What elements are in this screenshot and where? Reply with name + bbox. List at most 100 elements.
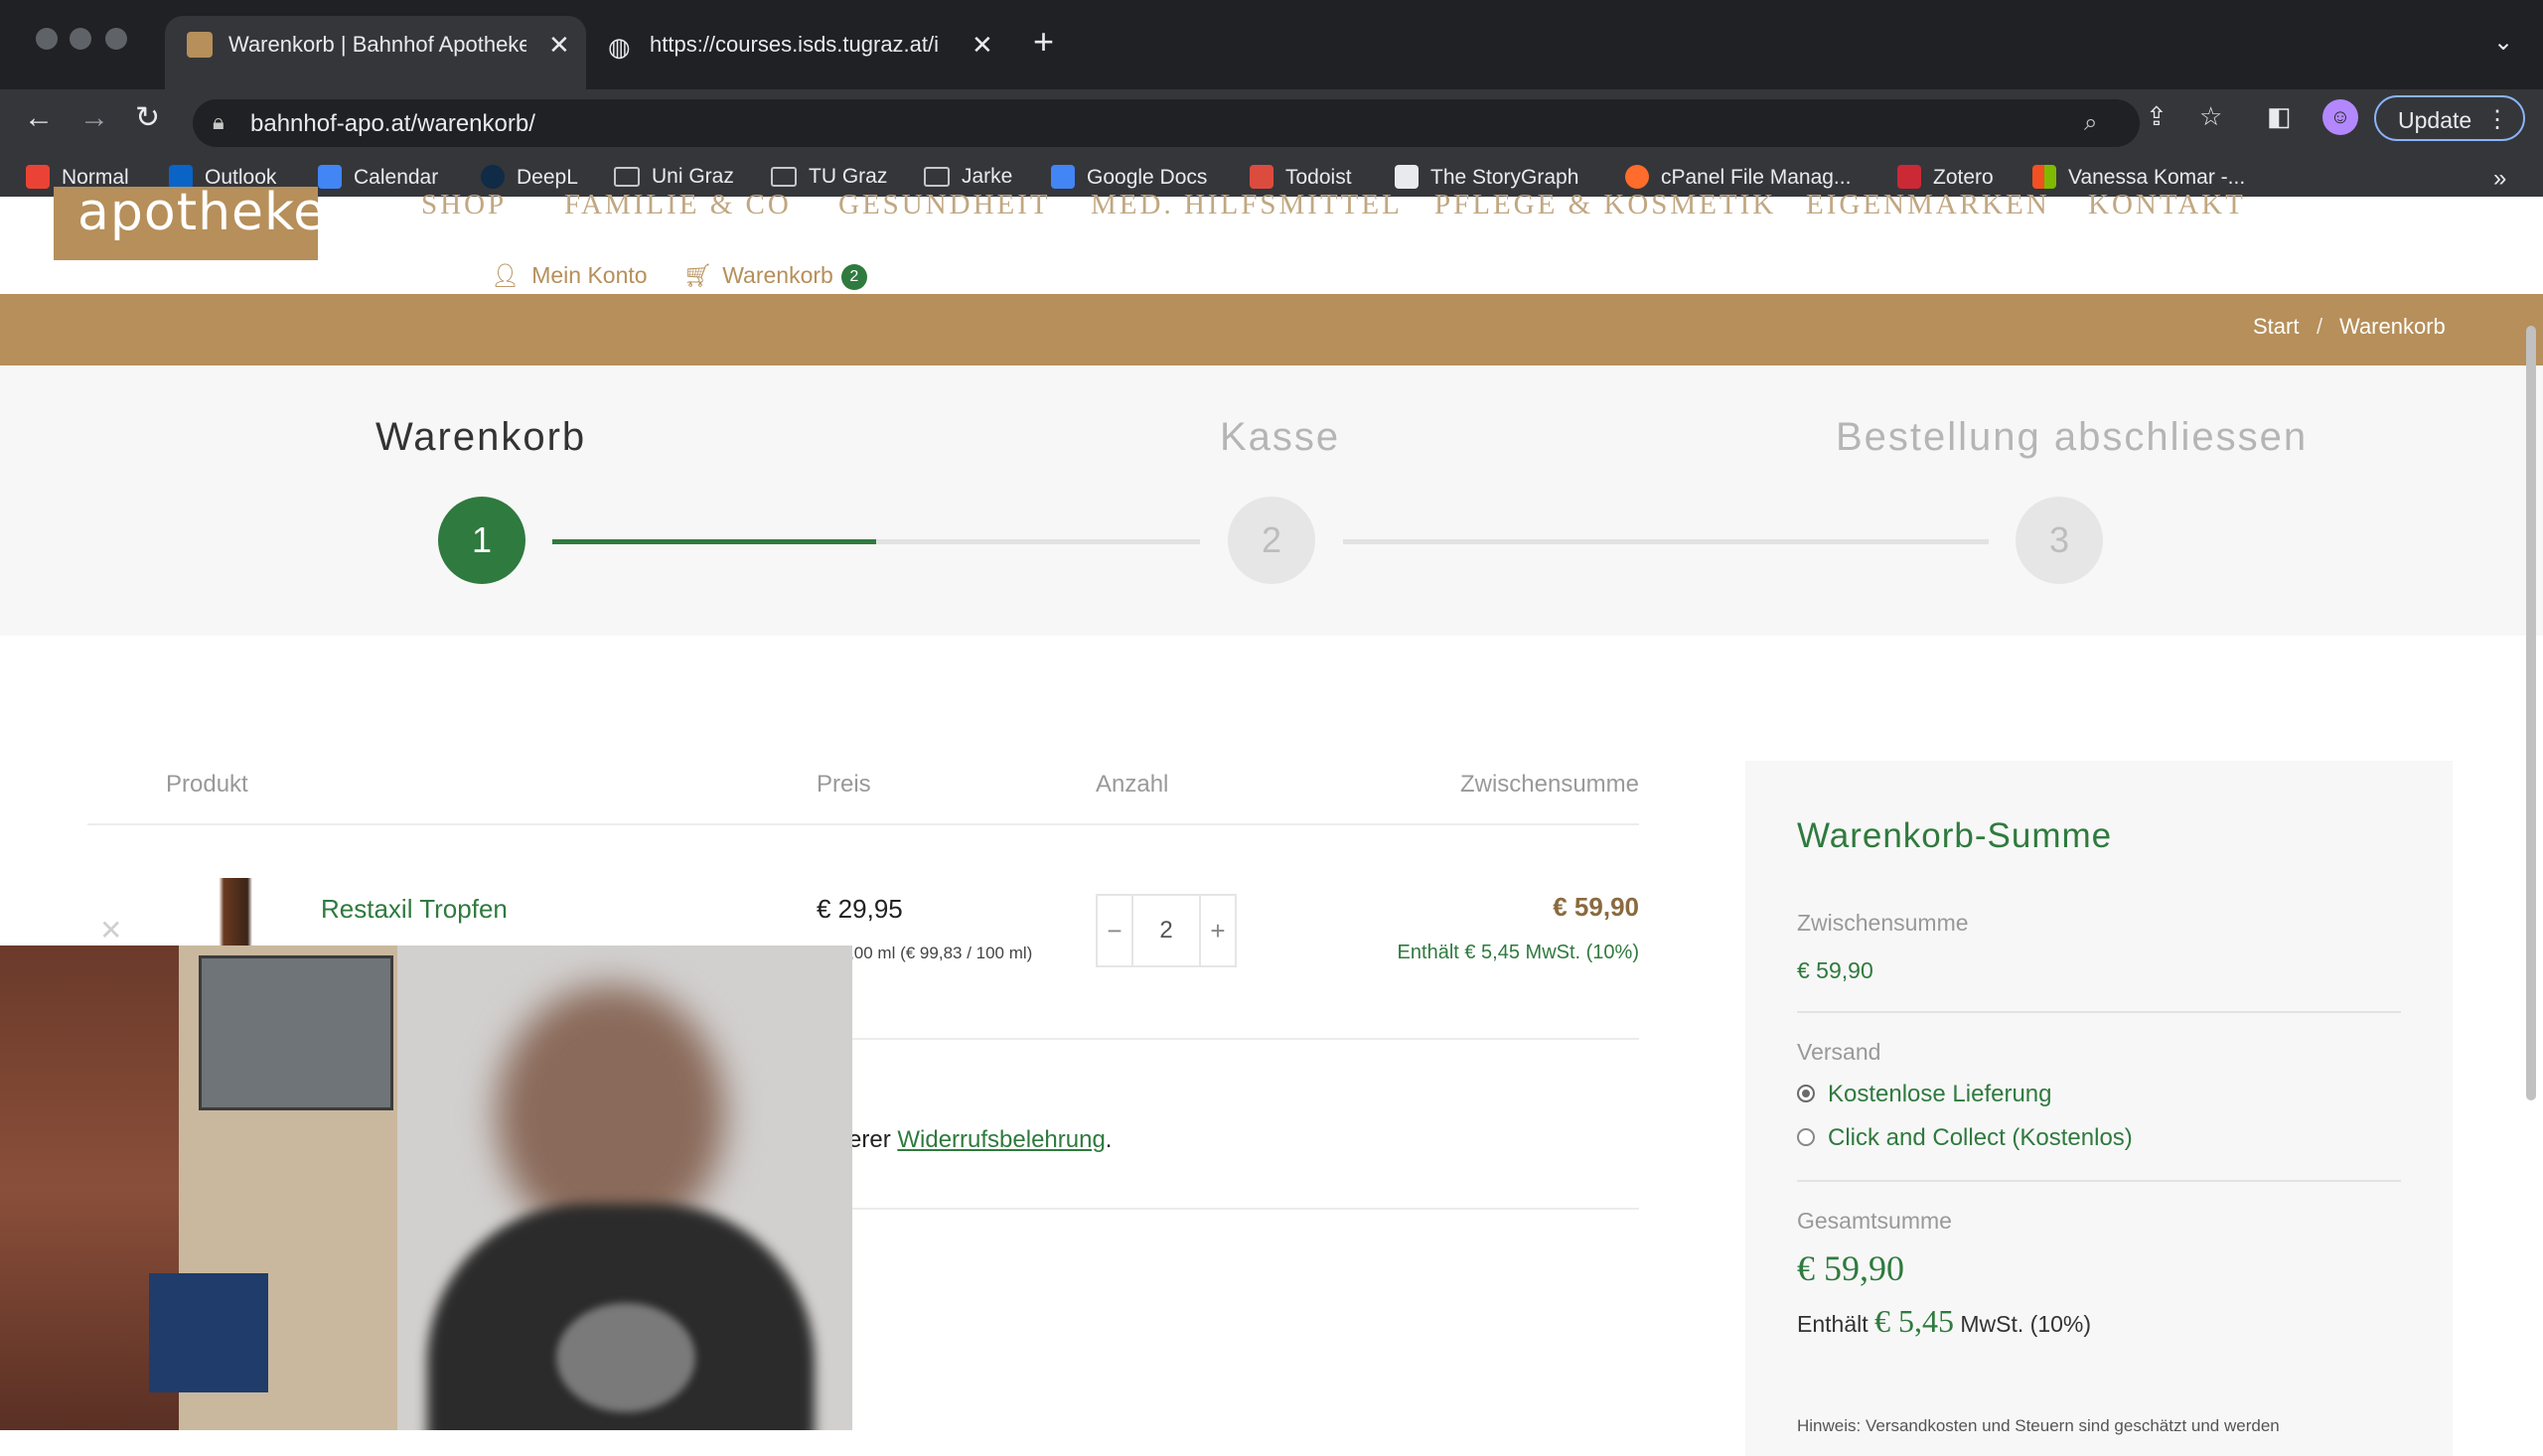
window-maximize-button[interactable]	[105, 28, 127, 50]
tax-prefix: Enthält	[1797, 1311, 1869, 1337]
nav-gesundheit[interactable]: GESUNDHEIT	[838, 189, 1051, 221]
close-tab-icon[interactable]: ✕	[548, 30, 570, 61]
nav-familie[interactable]: FAMILIE & CO	[564, 189, 792, 221]
product-thumbnail[interactable]	[181, 878, 276, 951]
bahnhof-favicon-icon	[187, 32, 213, 58]
withdrawal-notice: erer Widerrufsbelehrung.	[848, 1126, 1112, 1154]
step-label-abschliessen: Bestellung abschliessen	[1836, 415, 2309, 459]
bookmark-label: Todoist	[1285, 166, 1352, 189]
nav-pflege-kosmetik[interactable]: PFLEGE & KOSMETIK	[1434, 189, 1776, 221]
remove-item-icon[interactable]: ✕	[99, 914, 122, 946]
column-header-product: Produkt	[166, 771, 248, 798]
account-link[interactable]: 👤︎ Mein Konto	[491, 262, 648, 289]
site-logo[interactable]: apotheke	[54, 183, 325, 260]
table-header-divider	[87, 823, 1639, 825]
profile-avatar[interactable]: ☺	[2322, 99, 2358, 135]
cart-totals-title: Warenkorb-Summe	[1797, 816, 2113, 855]
webcam-video-overlay	[0, 946, 852, 1430]
folder-icon	[771, 167, 797, 187]
browser-tab-courses[interactable]: ◍ https://courses.isds.tugraz.at/i ✕	[590, 16, 1011, 89]
total-tax-line: Enthält € 5,45 MwSt. (10%)	[1797, 1303, 2091, 1340]
zotero-icon	[1897, 165, 1921, 189]
bookmark-label: DeepL	[517, 166, 578, 189]
product-name-link[interactable]: Restaxil Tropfen	[321, 894, 508, 925]
url-text[interactable]: bahnhof-apo.at/warenkorb/	[250, 110, 535, 138]
forward-icon[interactable]: →	[79, 103, 109, 133]
back-icon[interactable]: ←	[24, 103, 54, 133]
breadcrumb-bar: Start / Warenkorb	[0, 294, 2543, 365]
reload-icon[interactable]: ↻	[135, 103, 160, 133]
quantity-decrease-button[interactable]: −	[1098, 896, 1133, 965]
globe-icon: ◍	[608, 32, 631, 62]
shipping-label: Versand	[1797, 1039, 1881, 1065]
step-3-circle: 3	[2016, 497, 2103, 584]
nav-med-hilfsmittel[interactable]: MED. HILFSMITTEL	[1091, 189, 1403, 221]
step-1-circle: 1	[438, 497, 525, 584]
quantity-increase-button[interactable]: +	[1199, 896, 1235, 965]
cart-link[interactable]: 🛒︎ Warenkorb 2	[683, 262, 867, 290]
web-page: apotheke SHOP FAMILIE & CO GESUNDHEIT ME…	[0, 183, 2543, 1456]
bookmark-label: Jarke	[962, 165, 1013, 188]
tab-title: https://courses.isds.tugraz.at/i	[650, 32, 940, 57]
widerrufsbelehrung-link[interactable]: Widerrufsbelehrung	[897, 1126, 1105, 1153]
nav-eigenmarken[interactable]: EIGENMARKEN	[1806, 189, 2050, 221]
step-2-circle: 2	[1228, 497, 1315, 584]
tax-suffix: MwSt. (10%)	[1960, 1311, 2092, 1337]
checkout-stepper: Warenkorb Kasse Bestellung abschliessen …	[0, 365, 2543, 636]
nav-shop[interactable]: SHOP	[421, 189, 507, 221]
shipping-option-collect[interactable]: Click and Collect (Kostenlos)	[1828, 1124, 2133, 1152]
new-tab-icon[interactable]: +	[1033, 24, 1054, 60]
shipping-radio-collect[interactable]	[1797, 1128, 1815, 1146]
breadcrumb-start[interactable]: Start	[2253, 314, 2299, 340]
windows-icon	[2032, 165, 2056, 189]
deepl-icon	[481, 165, 505, 189]
bookmark-label: Vanessa Komar -...	[2068, 166, 2246, 189]
column-header-subtotal: Zwischensumme	[1459, 771, 1639, 798]
share-icon[interactable]: ⇪	[2146, 101, 2168, 132]
subtotal-value: € 59,90	[1797, 957, 1873, 983]
books-stack	[149, 1273, 268, 1392]
cpanel-icon	[1625, 165, 1649, 189]
bookmark-label: The StoryGraph	[1430, 166, 1579, 189]
withdrawal-prefix: erer	[848, 1126, 898, 1153]
cart-icon: 🛒︎	[683, 262, 713, 288]
window-close-button[interactable]	[36, 28, 58, 50]
update-label: Update	[2398, 107, 2472, 133]
totals-divider	[1797, 1011, 2401, 1013]
browser-tab-warenkorb[interactable]: Warenkorb | Bahnhof Apotheke ✕	[165, 16, 586, 89]
account-label: Mein Konto	[531, 262, 648, 288]
folder-icon	[614, 167, 640, 187]
more-bookmarks-icon[interactable]: »	[2493, 165, 2506, 195]
shipping-radio-free[interactable]	[1797, 1085, 1815, 1102]
cart-count-badge: 2	[840, 264, 867, 290]
step-label-kasse: Kasse	[1220, 415, 1341, 459]
side-panel-icon[interactable]: ◧	[2267, 101, 2292, 132]
update-button[interactable]: Update ⋮	[2374, 95, 2525, 141]
storygraph-icon	[1395, 165, 1419, 189]
tax-value: € 5,45	[1874, 1303, 1954, 1339]
bookmark-label: TU Graz	[809, 165, 888, 188]
cart-label: Warenkorb	[722, 262, 833, 288]
bookmark-label: Google Docs	[1087, 166, 1208, 189]
shipping-option-free[interactable]: Kostenlose Lieferung	[1828, 1081, 2052, 1108]
tab-title: Warenkorb | Bahnhof Apotheke	[228, 32, 526, 57]
line-total: € 59,90	[1553, 892, 1639, 922]
glass-cabinet	[199, 955, 393, 1110]
zoom-search-icon[interactable]: ⌕	[2084, 109, 2097, 137]
close-tab-icon[interactable]: ✕	[972, 30, 993, 61]
logo-text: apotheke	[77, 183, 327, 242]
tab-search-chevron-icon[interactable]: ⌄	[2493, 28, 2513, 57]
quantity-stepper: − 2 +	[1096, 894, 1237, 967]
address-bar[interactable]: 🔒︎ bahnhof-apo.at/warenkorb/ ⌕	[193, 99, 2140, 147]
lock-icon: 🔒︎	[213, 109, 224, 134]
more-menu-icon[interactable]: ⋮	[2485, 105, 2509, 134]
bookmark-star-icon[interactable]: ☆	[2199, 101, 2222, 132]
total-label: Gesamtsumme	[1797, 1208, 1952, 1234]
quantity-input[interactable]: 2	[1133, 896, 1199, 965]
breadcrumb-separator: /	[2317, 314, 2323, 339]
product-price: € 29,95	[817, 894, 903, 924]
page-scrollbar[interactable]	[2526, 326, 2536, 1100]
window-minimize-button[interactable]	[70, 28, 91, 50]
docs-icon	[1051, 165, 1075, 189]
nav-kontakt[interactable]: KONTAKT	[2088, 189, 2246, 221]
